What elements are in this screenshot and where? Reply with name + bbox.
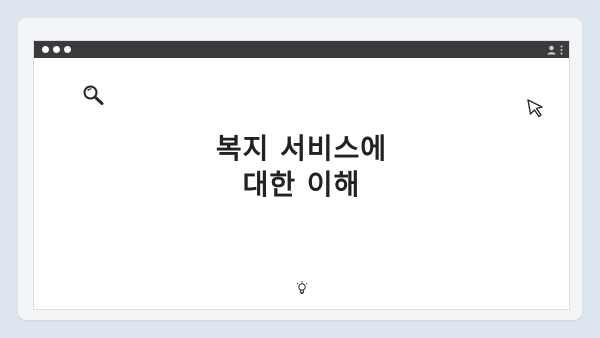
window-titlebar — [34, 41, 569, 58]
slide-title-line1: 복지 서비스에 — [215, 132, 388, 165]
more-vertical-icon[interactable] — [560, 45, 563, 55]
close-button[interactable] — [42, 46, 49, 53]
window-controls — [42, 46, 71, 53]
search-icon — [83, 85, 104, 105]
titlebar-actions — [547, 45, 563, 55]
slide-title: 복지 서비스에 대한 이해 — [34, 131, 569, 203]
browser-window: 복지 서비스에 대한 이해 — [33, 40, 570, 310]
cursor-icon — [527, 99, 543, 118]
slide-content: 복지 서비스에 대한 이해 — [34, 58, 569, 309]
lightbulb-icon — [296, 281, 308, 294]
user-icon[interactable] — [547, 45, 556, 55]
slide-title-line2: 대한 이해 — [242, 168, 361, 201]
maximize-button[interactable] — [64, 46, 71, 53]
minimize-button[interactable] — [53, 46, 60, 53]
